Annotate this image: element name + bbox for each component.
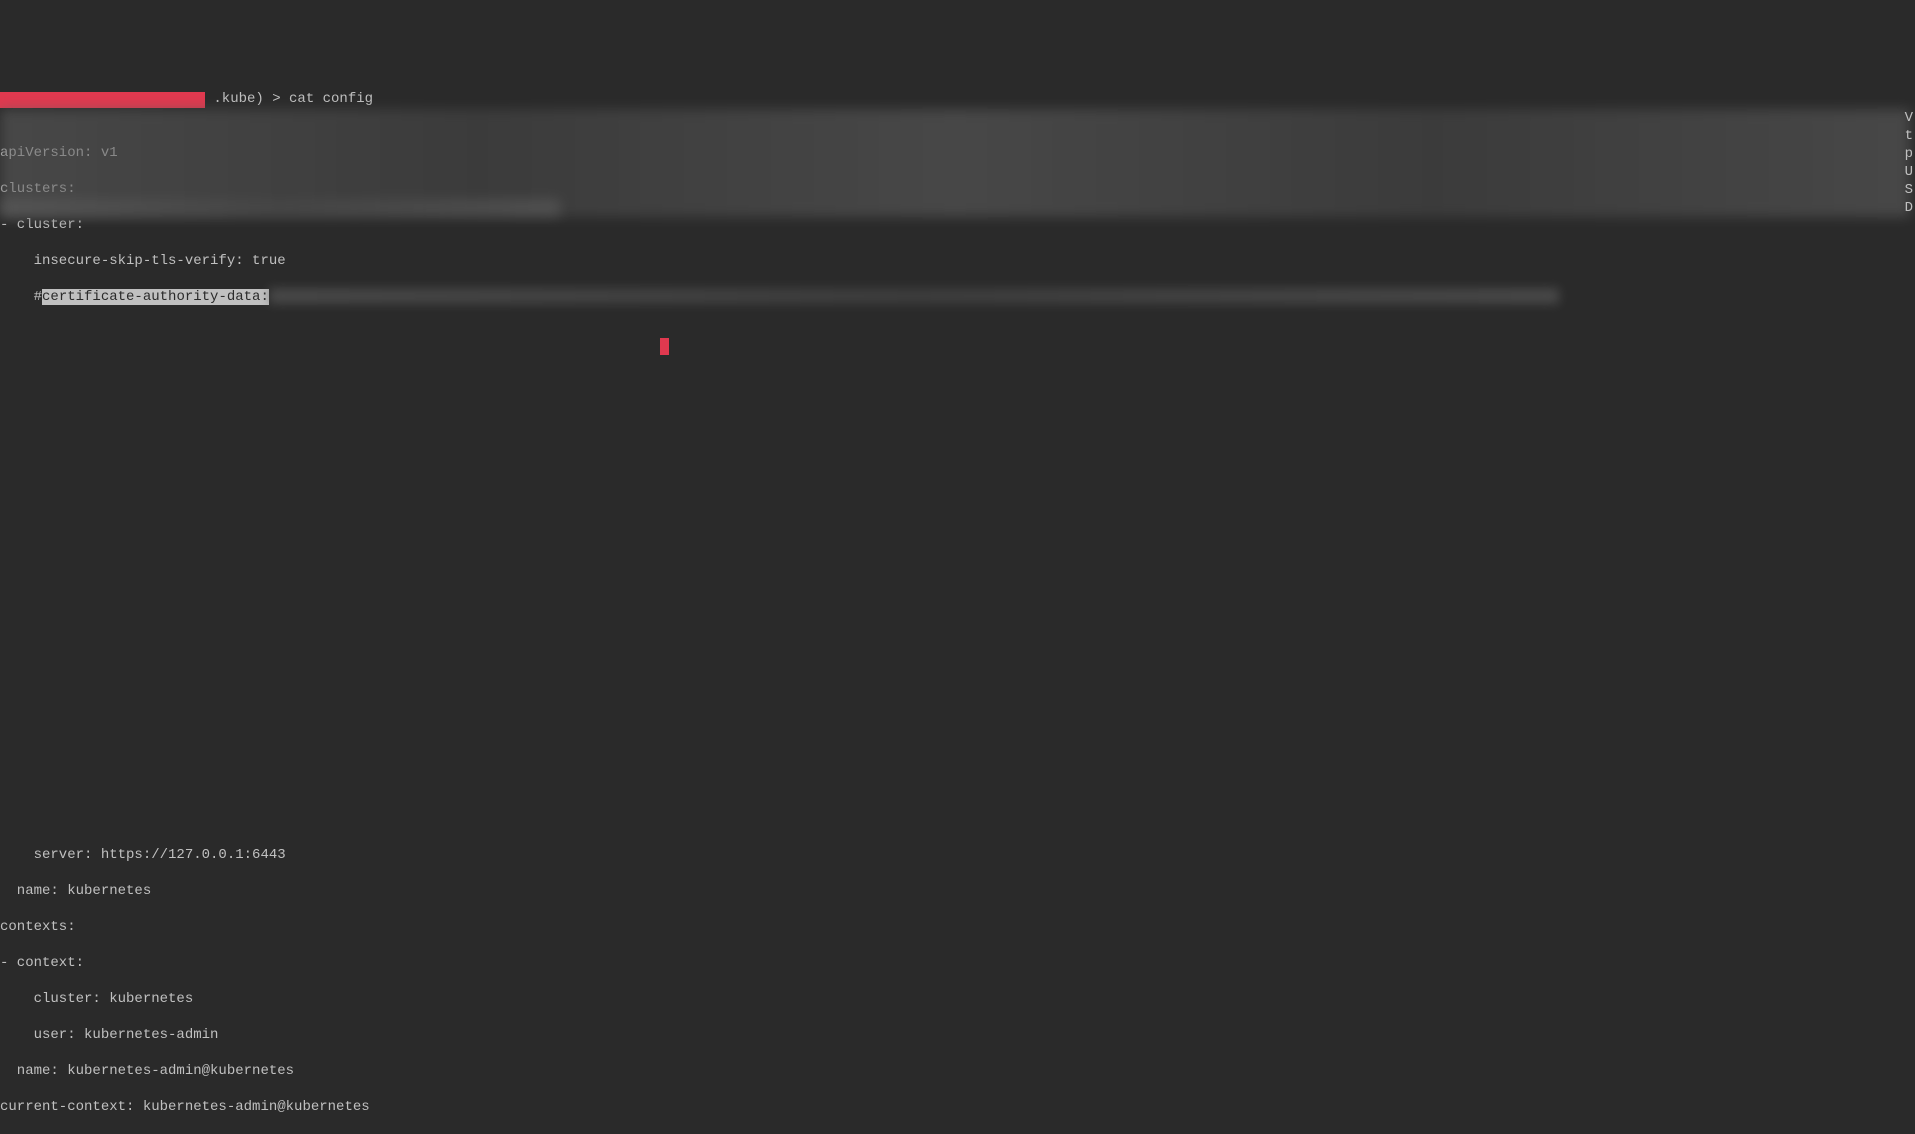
command-text: cat config xyxy=(289,91,373,107)
line-end-char: t xyxy=(1905,127,1913,145)
cad-value-blurred xyxy=(269,288,1559,304)
prompt-line[interactable]: .kube) > cat config xyxy=(0,90,1915,108)
line-end-char: U xyxy=(1905,163,1913,181)
prompt-path: .kube) > xyxy=(205,91,289,107)
output-line: cluster: kubernetes xyxy=(0,990,1915,1008)
output-line: contexts: xyxy=(0,918,1915,936)
output-line: insecure-skip-tls-verify: true xyxy=(0,252,1915,270)
redacted-user-host xyxy=(0,92,205,108)
output-line: name: kubernetes xyxy=(0,882,1915,900)
output-line: name: kubernetes-admin@kubernetes xyxy=(0,1062,1915,1080)
output-line: user: kubernetes-admin xyxy=(0,1026,1915,1044)
line-end-char: V xyxy=(1905,109,1913,127)
output-line: #certificate-authority-data: xyxy=(0,288,1915,306)
output-line: - context: xyxy=(0,954,1915,972)
output-line: - cluster: xyxy=(0,216,1915,234)
highlighted-cad-key: certificate-authority-data: xyxy=(42,289,269,305)
comment-hash: # xyxy=(0,289,42,305)
blurred-certificate-authority-data-tail xyxy=(0,199,560,217)
line-end-char: S xyxy=(1905,181,1913,199)
output-line: current-context: kubernetes-admin@kubern… xyxy=(0,1098,1915,1116)
line-end-char: p xyxy=(1905,145,1913,163)
line-end-char: D xyxy=(1905,199,1913,217)
cursor-artifact xyxy=(660,338,669,355)
output-line: server: https://127.0.0.1:6443 xyxy=(0,846,1915,864)
